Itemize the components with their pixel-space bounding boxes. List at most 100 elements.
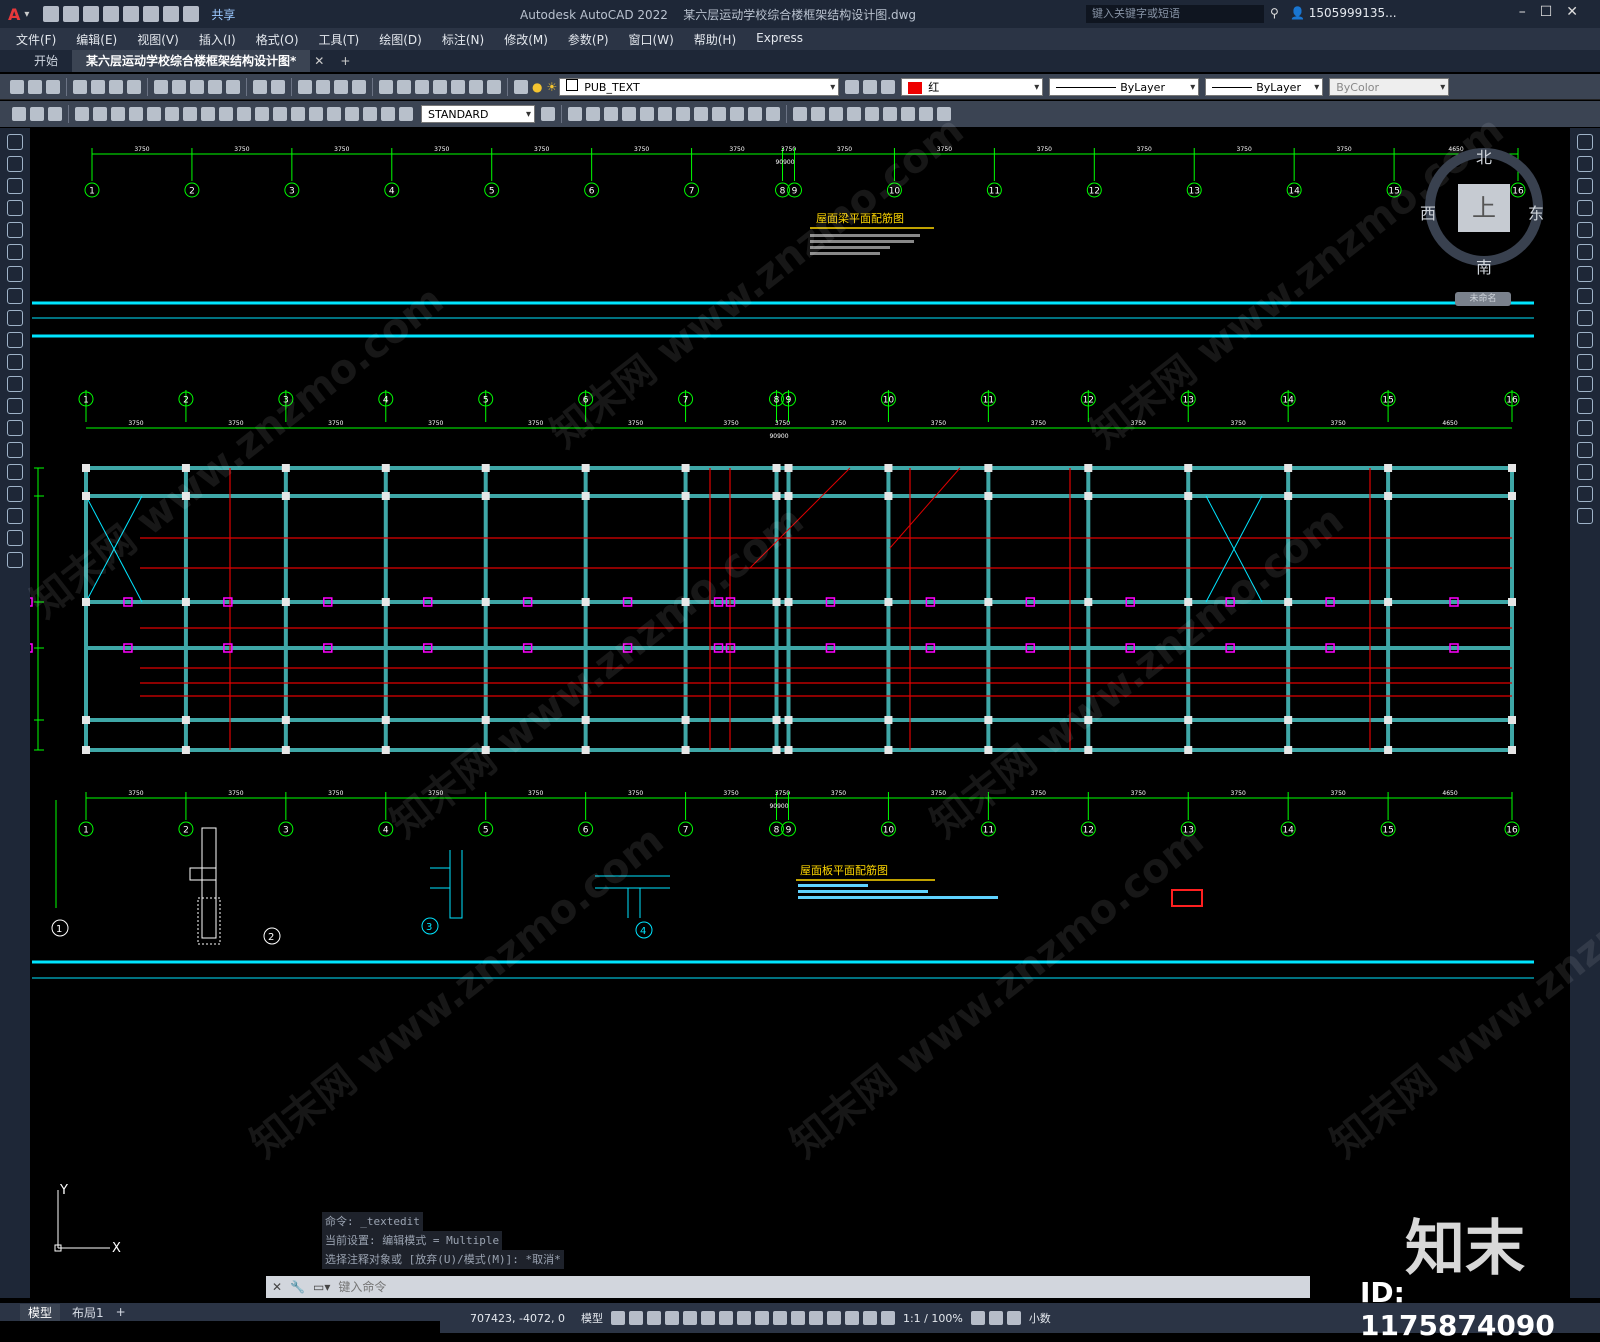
viewcube-north[interactable]: 北	[1476, 144, 1492, 168]
menu-item-9[interactable]: 参数(P)	[558, 31, 619, 48]
layer-on-icon[interactable]: ●	[532, 80, 542, 94]
isodraft-icon[interactable]	[682, 1311, 697, 1325]
ellipse-arc-icon[interactable]	[7, 354, 23, 370]
polar-icon[interactable]	[664, 1311, 679, 1325]
region-icon[interactable]	[7, 486, 23, 502]
calculator-icon[interactable]	[469, 79, 483, 94]
array-icon[interactable]	[1577, 222, 1593, 238]
spline-icon[interactable]	[7, 310, 23, 326]
share-button[interactable]: 共享	[211, 6, 235, 23]
break-point-icon[interactable]	[1577, 376, 1593, 392]
dim-radius-icon[interactable]	[147, 107, 161, 121]
ucs-object-icon[interactable]	[640, 107, 654, 121]
dim-linear-icon[interactable]	[75, 107, 89, 121]
sheetset-icon[interactable]	[433, 79, 447, 94]
scale-icon[interactable]	[1577, 288, 1593, 304]
line-icon[interactable]	[7, 134, 23, 150]
copy-object-icon[interactable]	[1577, 156, 1593, 172]
dim-style-icon[interactable]	[541, 107, 555, 121]
preview-icon[interactable]	[91, 79, 105, 94]
undo-icon[interactable]	[253, 79, 267, 94]
layer-freeze-icon[interactable]: ☀	[546, 80, 557, 94]
layer-dropdown[interactable]: PUB_TEXT	[559, 77, 840, 97]
match-icon[interactable]	[208, 79, 222, 94]
dim-break-icon[interactable]	[291, 107, 305, 121]
dim-textedit-icon[interactable]	[381, 107, 395, 121]
polygon-icon[interactable]	[7, 200, 23, 216]
layer-manager-icon[interactable]	[514, 79, 528, 94]
ucs-3point-icon[interactable]	[712, 107, 726, 121]
cylinder-icon[interactable]	[829, 107, 843, 121]
selection-filter-icon[interactable]	[826, 1311, 841, 1325]
menu-item-10[interactable]: 窗口(W)	[619, 31, 684, 48]
mirror-icon[interactable]	[1577, 178, 1593, 194]
ortho-icon[interactable]	[646, 1311, 661, 1325]
blend-icon[interactable]	[1577, 486, 1593, 502]
plot-icon[interactable]	[143, 6, 160, 22]
gizmo-icon[interactable]	[844, 1311, 859, 1325]
dim-angular-icon[interactable]	[201, 107, 215, 121]
layer-previous-icon[interactable]	[863, 79, 878, 94]
fillet-icon[interactable]	[1577, 464, 1593, 480]
erase-icon[interactable]	[1577, 134, 1593, 150]
join-icon[interactable]	[1577, 420, 1593, 436]
inspect-icon[interactable]	[345, 107, 359, 121]
dynamic-ucs-icon[interactable]	[808, 1311, 823, 1325]
circle-icon[interactable]	[7, 266, 23, 282]
viewcube-top-face[interactable]: 上	[1458, 184, 1510, 232]
sphere-icon[interactable]	[811, 107, 825, 121]
autoscale-icon[interactable]	[880, 1311, 895, 1325]
annotation-visibility-icon[interactable]	[862, 1311, 877, 1325]
layoff-icon[interactable]	[48, 107, 62, 121]
dim-aligned-icon[interactable]	[93, 107, 107, 121]
redo-icon[interactable]	[183, 6, 200, 22]
ucs-previous-icon[interactable]	[604, 107, 618, 121]
tab-drawing[interactable]: 某六层运动学校综合楼框架结构设计图*	[72, 50, 311, 72]
undo-icon[interactable]	[163, 6, 180, 22]
publish-icon[interactable]	[123, 6, 140, 22]
publish-icon[interactable]	[109, 79, 123, 94]
menu-item-5[interactable]: 工具(T)	[309, 31, 370, 48]
menu-item-6[interactable]: 绘图(D)	[369, 31, 432, 48]
center-mark-icon[interactable]	[327, 107, 341, 121]
open-icon[interactable]	[28, 79, 42, 94]
offset-icon[interactable]	[1577, 200, 1593, 216]
workspace-gear-icon[interactable]	[970, 1311, 985, 1325]
menu-item-7[interactable]: 标注(N)	[432, 31, 494, 48]
addselected-icon[interactable]	[7, 552, 23, 568]
menu-item-2[interactable]: 视图(V)	[127, 31, 189, 48]
markup-icon[interactable]	[451, 79, 465, 94]
search-input[interactable]: 键入关键字或短语	[1086, 5, 1264, 23]
viewcube-south[interactable]: 南	[1476, 254, 1492, 278]
explode-icon[interactable]	[1577, 508, 1593, 524]
viewcube-west[interactable]: 西	[1420, 200, 1436, 224]
menu-item-3[interactable]: 插入(I)	[189, 31, 246, 48]
menu-item-8[interactable]: 修改(M)	[494, 31, 558, 48]
dim-quick-icon[interactable]	[219, 107, 233, 121]
point-icon[interactable]	[7, 420, 23, 436]
cone-icon[interactable]	[847, 107, 861, 121]
dim-ordinate-icon[interactable]	[129, 107, 143, 121]
qnew-icon[interactable]	[10, 79, 24, 94]
print-icon[interactable]	[73, 79, 87, 94]
ucs-z-icon[interactable]	[766, 107, 780, 121]
selection-cycling-icon[interactable]	[772, 1311, 787, 1325]
layiso-icon[interactable]	[30, 107, 44, 121]
menu-item-12[interactable]: Express	[746, 31, 813, 48]
save-icon[interactable]	[46, 79, 60, 94]
units-display[interactable]: 小数	[1029, 1310, 1051, 1326]
ucs-view-icon[interactable]	[658, 107, 672, 121]
trim-icon[interactable]	[1577, 332, 1593, 348]
ucs-icon[interactable]	[568, 107, 582, 121]
user-account[interactable]: 👤 1505999135...	[1290, 6, 1397, 20]
add-layout-icon[interactable]: +	[116, 1305, 126, 1319]
ucs-y-icon[interactable]	[748, 107, 762, 121]
search-icon[interactable]: ⚲	[1270, 6, 1279, 20]
dim-arc-icon[interactable]	[111, 107, 125, 121]
redo-icon[interactable]	[271, 79, 285, 94]
ucs-zaxis-icon[interactable]	[694, 107, 708, 121]
command-input[interactable]	[336, 1279, 1310, 1295]
move-icon[interactable]	[1577, 244, 1593, 260]
tab-model[interactable]: 模型	[20, 1303, 61, 1321]
pan-icon[interactable]	[298, 79, 312, 94]
